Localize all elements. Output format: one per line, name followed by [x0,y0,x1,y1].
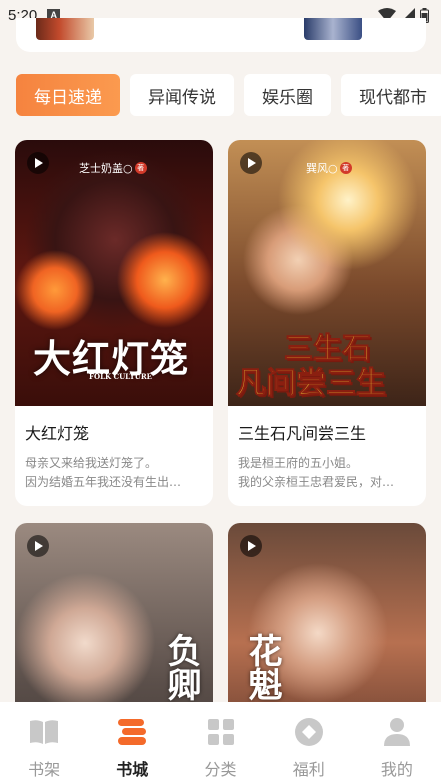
book-open-icon [28,716,60,748]
book-title: 三生石凡间尝三生 [238,424,367,443]
cover-subtitle: FOLK CULTURE [89,372,153,381]
play-icon[interactable] [240,535,262,557]
cover-title: 花魁 [242,633,282,701]
gift-coin-icon [293,716,325,748]
nav-label: 书架 [28,760,61,779]
category-tabs: 每日速递 异闻传说 娱乐圈 现代都市 [16,74,441,116]
nav-label: 我的 [380,760,413,779]
nav-bookshelf[interactable]: 书架 [0,702,88,784]
book-description: 母亲又来给我送灯笼了。 因为结婚五年我还没有生出… [25,454,203,492]
nav-profile[interactable]: 我的 [353,702,441,784]
book-info: 大红灯笼 母亲又来给我送灯笼了。 因为结婚五年我还没有生出… [15,406,213,506]
tab-entertainment[interactable]: 娱乐圈 [244,74,331,116]
user-icon [381,716,413,748]
banner-thumbnail[interactable] [304,18,362,40]
nav-welfare[interactable]: 福利 [265,702,353,784]
cover-author-name: 巽风○ [306,162,338,175]
book-title: 大红灯笼 [25,424,90,443]
book-cover[interactable]: 芝士奶盖○ 著 大红灯笼 FOLK CULTURE [15,140,213,406]
cover-author: 芝士奶盖○ 著 [79,160,147,176]
author-badge: 著 [134,162,147,174]
tab-daily[interactable]: 每日速递 [16,74,120,116]
book-desc-line: 因为结婚五年我还没有生出… [25,475,182,489]
book-card[interactable]: 巽风○ 著 三生石 凡间尝三生 三生石凡间尝三生 我是桓王府的五小姐。 我的父亲… [228,140,426,506]
featured-banner[interactable] [16,18,426,52]
grid-icon [205,716,237,748]
bookstore-icon [116,716,148,748]
book-desc-line: 我的父亲桓王忠君爱民，对… [238,475,395,489]
book-desc-line: 母亲又来给我送灯笼了。 [25,456,158,470]
cover-author: 巽风○ 著 [306,160,352,176]
cover-author-name: 芝士奶盖○ [79,162,133,175]
cover-title-line2: 凡间尝三生 [236,366,387,402]
nav-label: 书城 [116,760,149,779]
play-icon[interactable] [27,152,49,174]
book-cover[interactable]: 巽风○ 著 三生石 凡间尝三生 [228,140,426,406]
banner-thumbnail[interactable] [36,18,94,40]
cover-title: 负卿 [161,633,201,701]
play-icon[interactable] [27,535,49,557]
play-icon[interactable] [240,152,262,174]
nav-category[interactable]: 分类 [176,702,264,784]
nav-label: 福利 [292,760,325,779]
tab-modern-city[interactable]: 现代都市 [341,74,441,116]
tab-legends[interactable]: 异闻传说 [130,74,234,116]
nav-bookstore[interactable]: 书城 [88,702,176,784]
nav-label: 分类 [204,760,237,779]
book-card[interactable]: 芝士奶盖○ 著 大红灯笼 FOLK CULTURE 大红灯笼 母亲又来给我送灯笼… [15,140,213,506]
author-badge: 著 [339,162,352,174]
book-desc-line: 我是桓王府的五小姐。 [238,456,359,470]
bottom-nav: 书架 书城 分类 福利 我的 [0,702,441,784]
book-info: 三生石凡间尝三生 我是桓王府的五小姐。 我的父亲桓王忠君爱民，对… [228,406,426,506]
book-description: 我是桓王府的五小姐。 我的父亲桓王忠君爱民，对… [238,454,416,492]
